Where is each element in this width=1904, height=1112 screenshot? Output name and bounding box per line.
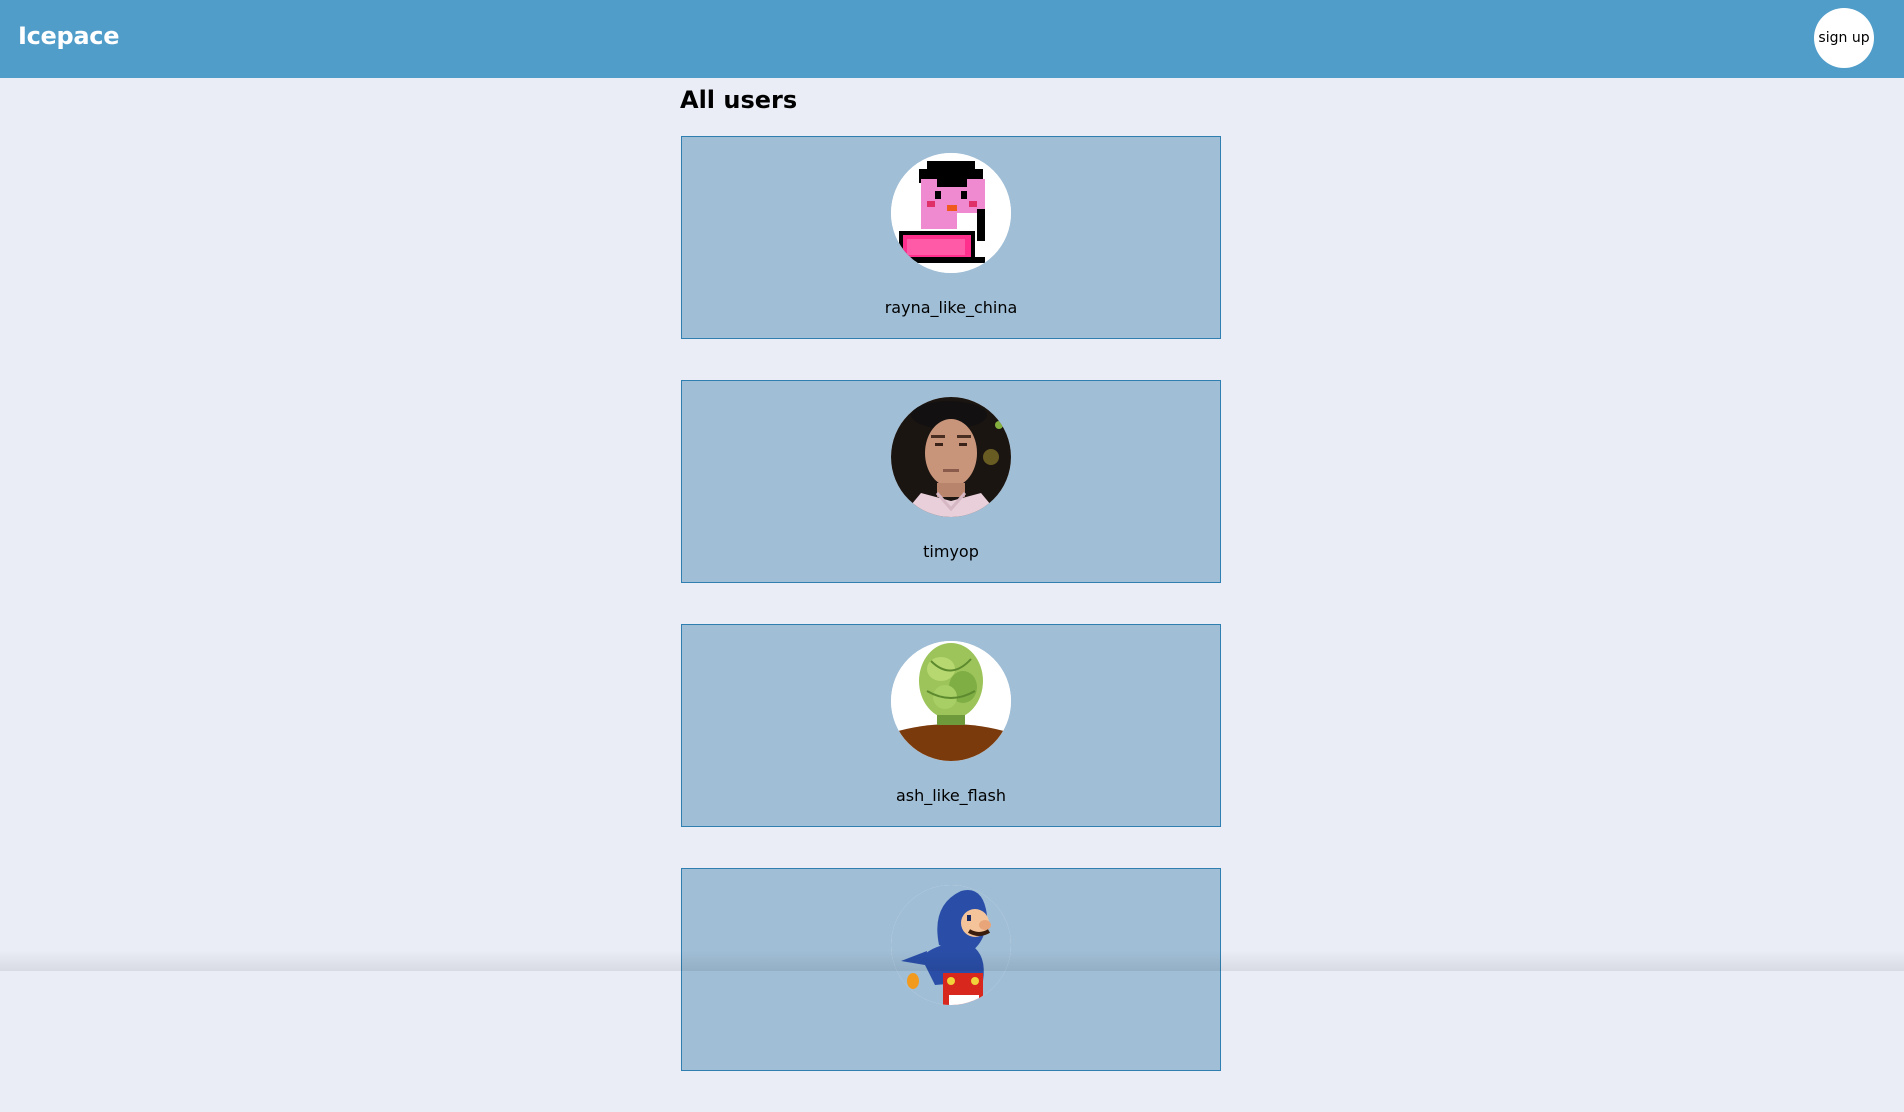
man-portrait-avatar-icon: [891, 397, 1011, 517]
avatar: [891, 153, 1011, 273]
page-title: All users: [680, 86, 798, 114]
user-card[interactable]: timyop: [681, 380, 1221, 583]
avatar: [891, 885, 1011, 1005]
user-card[interactable]: rayna_like_china: [681, 136, 1221, 339]
pixel-penguin-avatar-icon: [891, 153, 1011, 273]
username[interactable]: rayna_like_china: [682, 298, 1220, 317]
avatar: [891, 641, 1011, 761]
avatar: [891, 397, 1011, 517]
username[interactable]: ash_like_flash: [682, 786, 1220, 805]
penguin-suit-mario-avatar-icon: [891, 885, 1011, 1005]
user-card[interactable]: ash_like_flash: [681, 624, 1221, 827]
sign-up-button[interactable]: sign up: [1814, 8, 1874, 68]
user-card[interactable]: [681, 868, 1221, 1071]
lettuce-face-avatar-icon: [891, 641, 1011, 761]
top-navbar: Icepace sign up: [0, 0, 1904, 78]
user-list: rayna_like_china timyop ash_like_flash: [681, 136, 1221, 1112]
username[interactable]: timyop: [682, 542, 1220, 561]
brand-logo[interactable]: Icepace: [18, 22, 120, 50]
